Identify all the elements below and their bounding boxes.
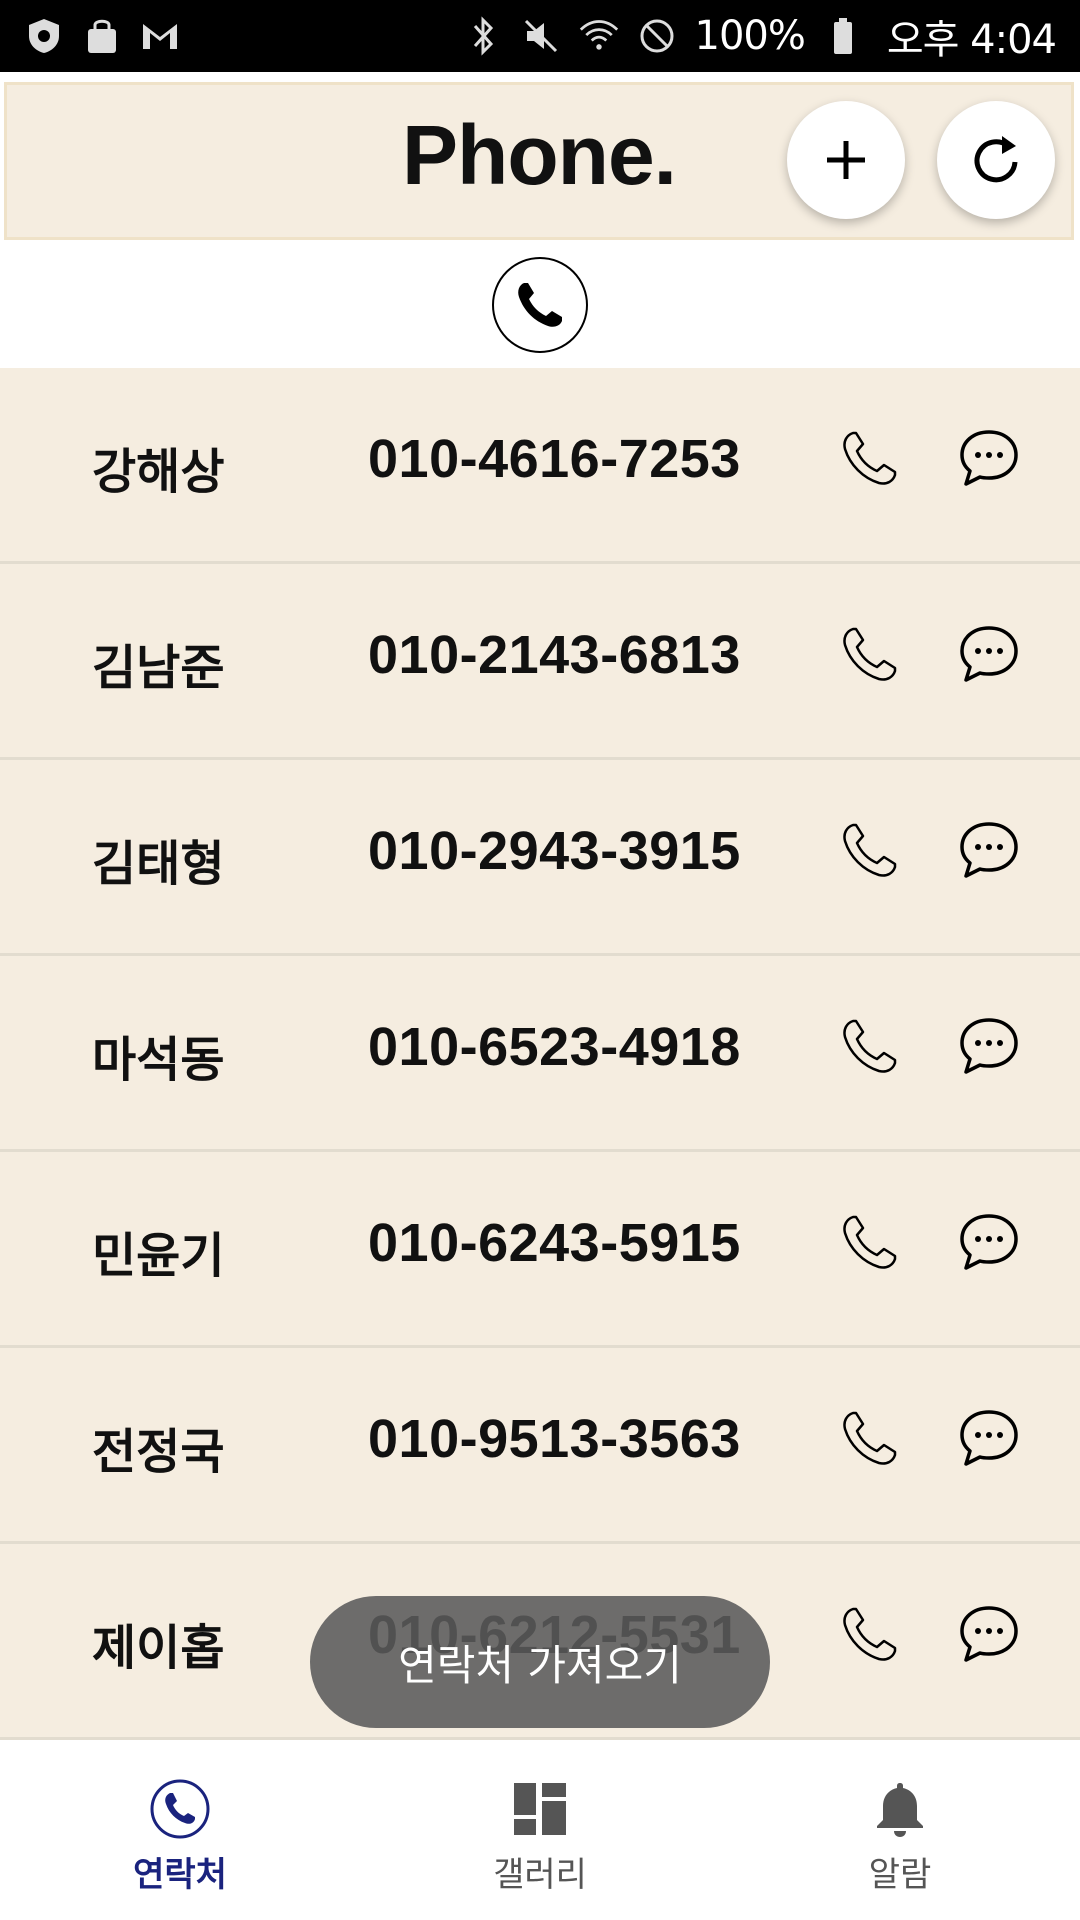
nav-label: 갤러리 [493, 1854, 587, 1895]
contact-name: 김태형 [92, 836, 225, 892]
nav-label: 연락처 [133, 1854, 227, 1895]
message-icon[interactable] [956, 1406, 1022, 1472]
message-icon[interactable] [956, 1602, 1022, 1668]
battery-icon [823, 16, 863, 56]
contact-name: 제이홉 [92, 1620, 225, 1676]
contact-row[interactable]: 민윤기 010-6243-5915 [0, 1152, 1080, 1348]
shield-icon [24, 16, 64, 56]
call-icon[interactable] [836, 1014, 902, 1080]
message-icon[interactable] [956, 1014, 1022, 1080]
message-icon[interactable] [956, 622, 1022, 688]
page-title: Phone. [401, 108, 677, 202]
app-header: Phone. [4, 82, 1074, 240]
shopping-bag-icon [82, 16, 122, 56]
contact-row[interactable]: 강해상 010-4616-7253 [0, 368, 1080, 564]
phone-circle-icon [492, 257, 588, 353]
nav-label: 알람 [868, 1854, 932, 1895]
contact-phone: 010-2943-3915 [368, 821, 741, 881]
phone-icon [148, 1777, 212, 1841]
contact-row[interactable]: 김남준 010-2143-6813 [0, 564, 1080, 760]
call-icon[interactable] [836, 1602, 902, 1668]
section-header [0, 242, 1080, 368]
contact-row[interactable]: 전정국 010-9513-3563 [0, 1348, 1080, 1544]
plus-icon [827, 141, 865, 179]
add-contact-button[interactable] [787, 101, 905, 219]
contact-row[interactable]: 마석동 010-6523-4918 [0, 956, 1080, 1152]
message-icon[interactable] [956, 426, 1022, 492]
contact-phone: 010-4616-7253 [368, 429, 741, 489]
contact-phone: 010-6523-4918 [368, 1017, 741, 1077]
gallery-icon [508, 1777, 572, 1841]
contact-name: 김남준 [92, 640, 225, 696]
bottom-nav: 연락처 갤러리 알람 [0, 1752, 1080, 1920]
status-bar: 100% 오후 4:04 [0, 0, 1080, 72]
contact-row[interactable]: 김태형 010-2943-3915 [0, 760, 1080, 956]
contact-phone: 010-9513-3563 [368, 1409, 741, 1469]
call-icon[interactable] [836, 1406, 902, 1472]
refresh-icon [974, 136, 1018, 183]
status-left [24, 16, 180, 56]
call-icon[interactable] [836, 426, 902, 492]
contact-name: 강해상 [92, 444, 225, 500]
contact-list: 강해상 010-4616-7253 김남준 010-2143-6813 김태형 … [0, 368, 1080, 1740]
message-icon[interactable] [956, 818, 1022, 884]
call-icon[interactable] [836, 818, 902, 884]
contact-name: 민윤기 [92, 1228, 225, 1284]
battery-percent: 100% [694, 13, 806, 59]
gmail-icon [140, 16, 180, 56]
wifi-icon [579, 16, 619, 56]
refresh-button[interactable] [937, 101, 1055, 219]
contact-phone: 010-6243-5915 [368, 1213, 741, 1273]
contact-name: 전정국 [92, 1424, 225, 1480]
bluetooth-icon [463, 16, 503, 56]
contact-phone: 010-2143-6813 [368, 625, 741, 685]
message-icon[interactable] [956, 1210, 1022, 1276]
do-not-disturb-icon [637, 16, 677, 56]
bell-icon [868, 1777, 932, 1841]
call-icon[interactable] [836, 1210, 902, 1276]
status-right: 100% 오후 4:04 [463, 7, 1057, 65]
nav-item-contacts[interactable]: 연락처 [0, 1752, 360, 1920]
toast-message: 연락처 가져오기 [310, 1596, 770, 1728]
call-icon[interactable] [836, 622, 902, 688]
mute-icon [521, 16, 561, 56]
nav-item-gallery[interactable]: 갤러리 [360, 1752, 720, 1920]
contact-name: 마석동 [92, 1032, 225, 1088]
clock: 오후 4:04 [886, 17, 1057, 63]
nav-item-alarm[interactable]: 알람 [720, 1752, 1080, 1920]
